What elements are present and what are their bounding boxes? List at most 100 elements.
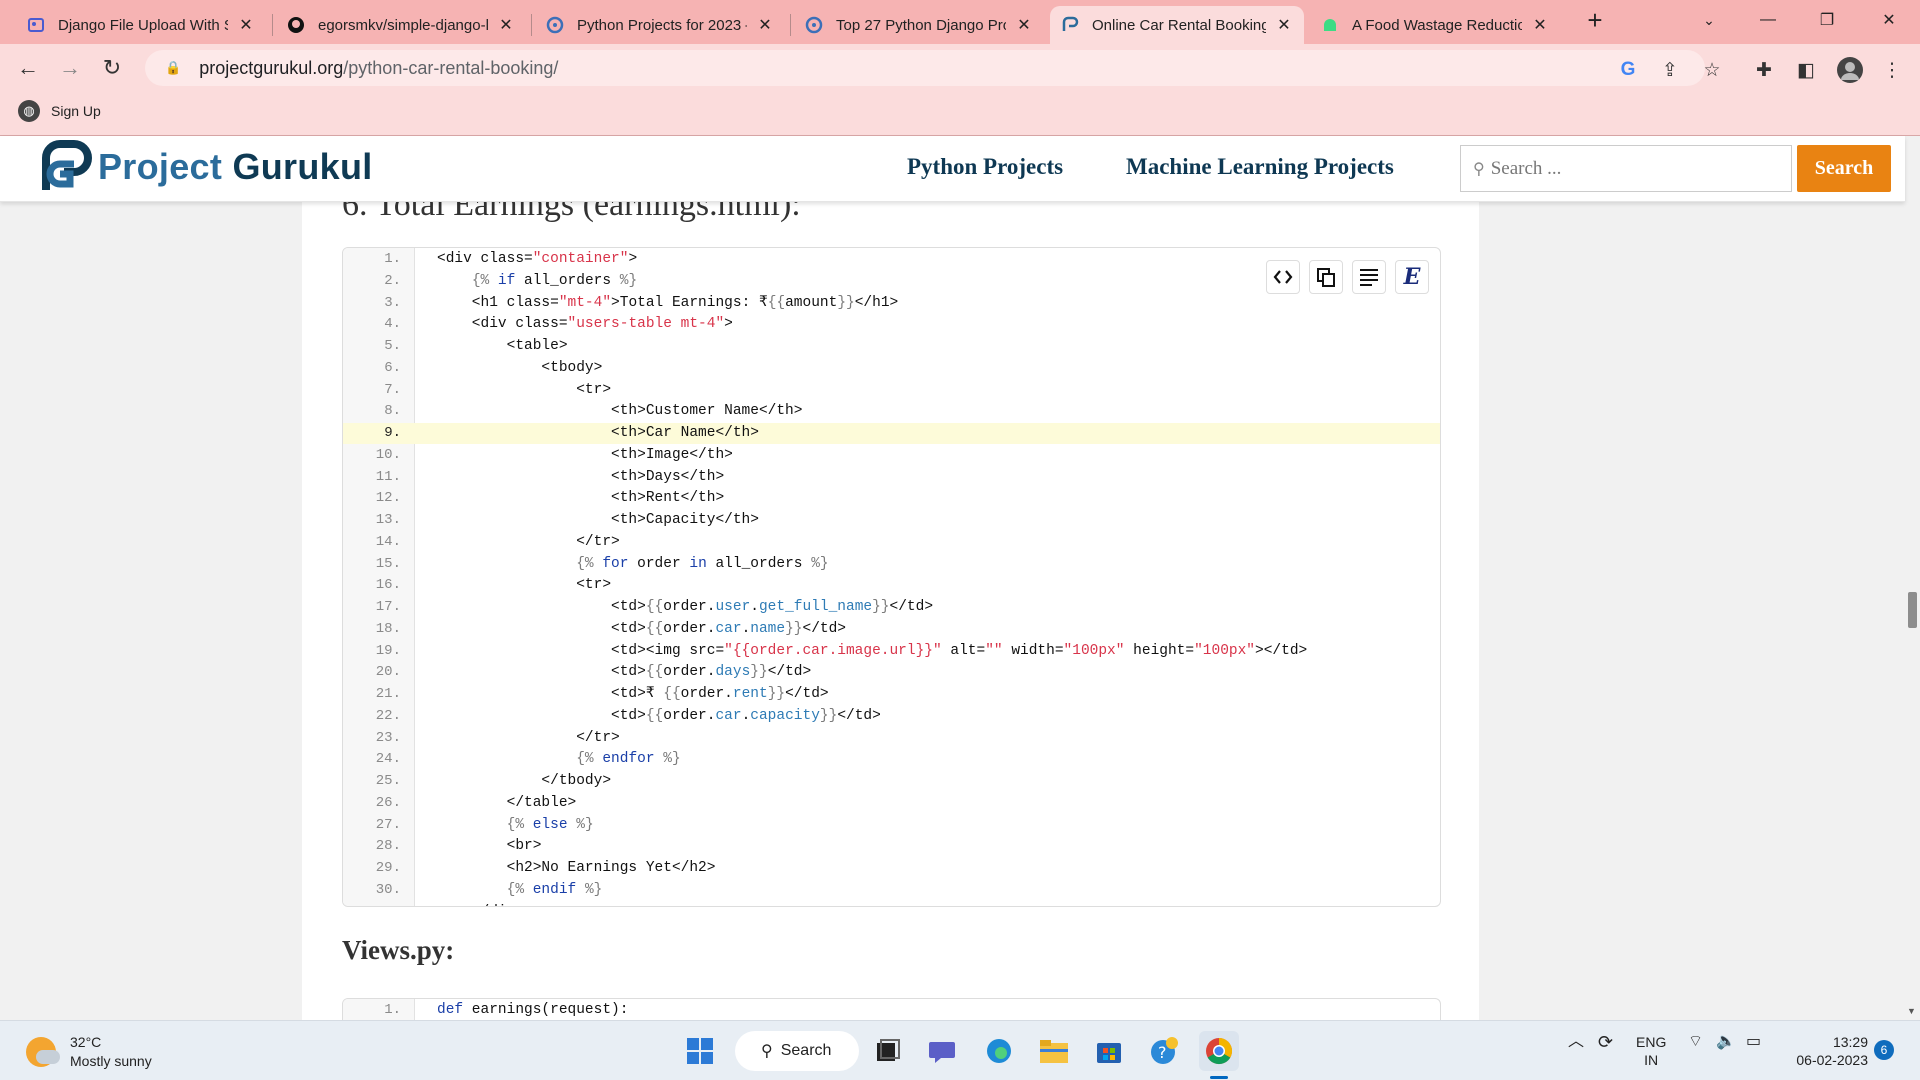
notification-badge[interactable]: 6: [1874, 1040, 1894, 1060]
menu-kebab-icon[interactable]: ⋮: [1876, 54, 1908, 86]
browser-tab-active[interactable]: Online Car Rental Booking ✕: [1050, 6, 1304, 44]
close-window-icon[interactable]: ✕: [1866, 0, 1912, 40]
code-line: 12. <th>Rent</th>: [343, 488, 1440, 509]
code-line: 21. <td>₹ {{order.rent}}</td>: [343, 684, 1440, 705]
taskbar-search-label: Search: [780, 1042, 832, 1059]
code-text: <td>{{order.user.get_full_name}}</td>: [437, 599, 934, 615]
forward-arrow-icon[interactable]: →: [52, 50, 88, 86]
tab-title: A Food Wastage Reduction: [1352, 16, 1522, 34]
line-number: 25.: [375, 773, 401, 789]
bookmark-sign-up[interactable]: ◍ Sign Up: [18, 100, 101, 122]
page-scrollbar[interactable]: ▼: [1905, 136, 1920, 1020]
close-tab-icon[interactable]: ✕: [1530, 15, 1550, 35]
reload-icon[interactable]: ↻: [94, 50, 130, 86]
share-icon[interactable]: ⇪: [1654, 54, 1686, 86]
nav-machine-learning-projects[interactable]: Machine Learning Projects: [1126, 154, 1394, 180]
line-number: 18.: [375, 620, 401, 637]
show-hidden-icons-chevron[interactable]: ︿: [1568, 1033, 1584, 1051]
close-tab-icon[interactable]: ✕: [755, 15, 775, 35]
temperature: 32°C: [70, 1034, 102, 1050]
line-number: 6.: [384, 359, 401, 376]
file-explorer-icon[interactable]: [1034, 1031, 1074, 1071]
new-tab-button[interactable]: +: [1572, 0, 1618, 40]
task-view-icon[interactable]: [868, 1031, 908, 1071]
code-text: <br>: [437, 838, 542, 855]
browser-tab[interactable]: A Food Wastage Reduction ✕: [1310, 6, 1560, 44]
address-bar[interactable]: 🔒 projectgurukul.org/python-car-rental-b…: [145, 50, 1705, 86]
project-gurukul-logo-icon: [42, 140, 92, 190]
code-text: <h1 class="mt-4">Total Earnings: ₹{{amou…: [437, 294, 899, 311]
teams-chat-icon[interactable]: [923, 1031, 963, 1071]
code-text: <td>{{order.days}}</td>: [437, 664, 812, 681]
logo-word-1: Project: [98, 146, 223, 187]
code-line: 29. <h2>No Earnings Yet</h2>: [343, 858, 1440, 879]
close-tab-icon[interactable]: ✕: [1274, 15, 1294, 35]
line-number: 20.: [375, 664, 401, 681]
code-block: 1. <div class="container"> 2. {% if all_or…: [342, 247, 1441, 907]
url-path: /python-car-rental-booking/: [343, 57, 559, 78]
browser-tab[interactable]: egorsmkv/simple-django-lc ✕: [276, 6, 526, 44]
scroll-down-arrow-icon[interactable]: ▼: [1907, 1006, 1916, 1016]
svg-text:?: ?: [1158, 1043, 1167, 1062]
weather-widget[interactable]: 32°C Mostly sunny: [26, 1033, 152, 1071]
code-text: def earnings(request):: [437, 1002, 629, 1018]
bookmark-star-icon[interactable]: ☆: [1696, 54, 1728, 86]
nav-python-projects[interactable]: Python Projects: [907, 154, 1063, 180]
site-search-input[interactable]: ⚲ Search ...: [1460, 145, 1792, 192]
wifi-icon[interactable]: ⌔: [1688, 1033, 1703, 1051]
extensions-puzzle-icon[interactable]: ✚: [1748, 54, 1780, 86]
battery-icon[interactable]: ▭: [1746, 1033, 1761, 1051]
scrollbar-thumb[interactable]: [1908, 592, 1917, 628]
line-number: 21.: [375, 686, 401, 702]
tab-title: Django File Upload With Sc: [58, 16, 228, 34]
profile-avatar[interactable]: [1834, 54, 1866, 86]
lock-icon: 🔒: [165, 60, 182, 75]
view-source-icon[interactable]: [1266, 260, 1300, 294]
code-text: <tbody>: [437, 359, 603, 376]
expand-editor-icon[interactable]: E: [1395, 260, 1429, 294]
site-header: Project Gurukul Python Projects Machine …: [0, 136, 1905, 202]
edge-browser-icon[interactable]: [979, 1031, 1019, 1071]
code-text: <td>{{order.car.capacity}}</td>: [437, 707, 881, 724]
code-text: {% if all_orders %}: [471, 272, 638, 289]
chrome-browser-icon[interactable]: [1199, 1031, 1239, 1071]
clock[interactable]: 13:29 06-02-2023: [1782, 1033, 1868, 1069]
projectgurukul-favicon-icon: [1060, 15, 1080, 35]
minimize-icon[interactable]: —: [1745, 0, 1791, 40]
back-arrow-icon[interactable]: ←: [10, 50, 46, 86]
line-number: 11.: [375, 468, 401, 485]
sync-icon[interactable]: ⟳: [1598, 1033, 1613, 1051]
close-tab-icon[interactable]: ✕: [496, 15, 516, 35]
google-icon[interactable]: G: [1612, 54, 1644, 86]
browser-tab[interactable]: Python Projects for 2023 – \ ✕: [535, 6, 785, 44]
region-code: IN: [1644, 1052, 1659, 1068]
site-search-button[interactable]: Search: [1797, 145, 1891, 192]
microsoft-store-icon[interactable]: [1089, 1031, 1129, 1071]
language-indicator[interactable]: ENG IN: [1636, 1033, 1666, 1069]
browser-tab[interactable]: Django File Upload With Sc ✕: [16, 6, 266, 44]
browser-tab[interactable]: Top 27 Python Django Proj: ✕: [794, 6, 1044, 44]
taskbar-search[interactable]: ⚲ Search: [735, 1031, 859, 1071]
copy-icon[interactable]: [1309, 260, 1343, 294]
close-tab-icon[interactable]: ✕: [1014, 15, 1034, 35]
line-number: 19.: [375, 642, 401, 659]
code-line: 28. <br>: [343, 836, 1440, 857]
code-line: 18. <td>{{order.car.name}}</td>: [343, 619, 1440, 640]
side-panel-icon[interactable]: ◧: [1790, 54, 1822, 86]
get-help-icon[interactable]: ?: [1144, 1031, 1184, 1071]
site-logo[interactable]: Project Gurukul: [40, 140, 373, 194]
volume-icon[interactable]: 🔈: [1716, 1033, 1736, 1051]
tab-search-chevron-icon[interactable]: ⌄: [1686, 0, 1732, 40]
line-number: 1.: [384, 1002, 401, 1018]
windows-start-icon[interactable]: [680, 1031, 720, 1071]
code-line: 6. <tbody>: [343, 358, 1440, 379]
line-number: 26.: [375, 794, 401, 811]
wrap-lines-icon[interactable]: [1352, 260, 1386, 294]
line-number: 24.: [375, 751, 401, 768]
code-line: 1. def earnings(request):: [343, 1000, 1440, 1020]
line-number: 14.: [375, 533, 401, 550]
restore-icon[interactable]: ❐: [1804, 0, 1850, 40]
close-tab-icon[interactable]: ✕: [236, 15, 256, 35]
line-number: 2.: [384, 272, 401, 289]
code-text: </table>: [437, 794, 577, 811]
